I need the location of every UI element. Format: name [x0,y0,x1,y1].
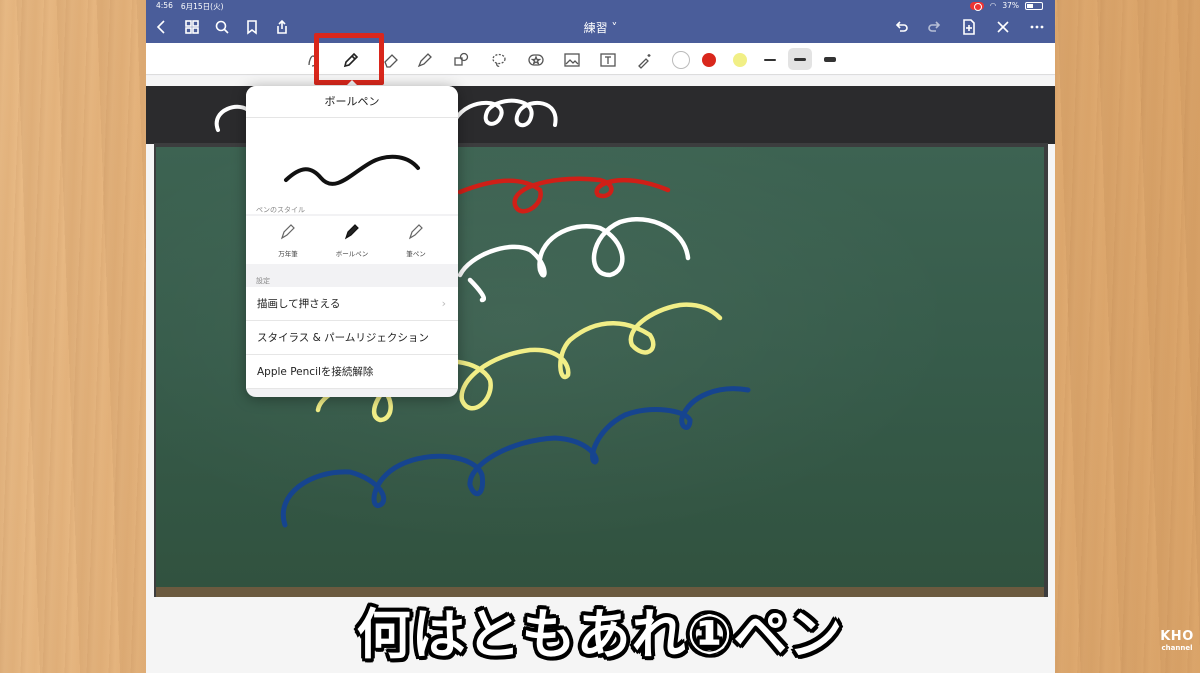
recording-icon [969,1,984,11]
undo-icon[interactable] [893,18,909,36]
pen-stroke-preview [246,118,458,214]
setting-stylus-palm-rejection[interactable]: スタイラス & パームリジェクション [246,321,458,355]
thickness-medium [794,58,806,61]
fountain-pen-icon [280,224,295,240]
tool-bar [146,43,1055,75]
pen-highlight-box [314,33,384,85]
navigation-bar: 4:56 6月15日(火) ◠ 37% 練習 ˅ [146,0,1055,43]
color-red-swatch[interactable] [702,53,716,67]
setting-label: 描画して押さえる [257,298,341,310]
channel-logo: KHO channel [1158,630,1196,666]
setting-disconnect-apple-pencil[interactable]: Apple Pencilを接続解除 [246,355,458,389]
status-time: 4:56 [156,1,173,10]
ballpoint-pen-icon [344,224,359,240]
setting-draw-and-hold[interactable]: 描画して押さえる › [246,287,458,321]
thickness-thin[interactable] [764,59,776,61]
nav-right-group [893,18,1045,36]
text-box-icon[interactable] [597,49,619,71]
logo-line2: channel [1161,644,1193,652]
laser-pointer-icon[interactable] [634,49,656,71]
sticker-icon[interactable] [525,49,547,71]
status-left: 4:56 6月15日(火) [156,1,224,12]
close-icon[interactable] [995,18,1011,36]
style-label: ボールペン [335,250,369,258]
thickness-thick[interactable] [824,57,836,62]
status-right: ◠ 37% [969,1,1043,11]
color-white-swatch[interactable] [672,51,690,69]
pen-settings-popover: ボールペン ペンのスタイル 万年筆 ボールペン 筆ペン 設定 描画して押さえる … [246,86,458,397]
shapes-icon[interactable] [450,49,472,71]
more-icon[interactable] [1029,18,1045,36]
status-date: 6月15日(火) [180,2,224,11]
color-yellow-swatch[interactable] [733,53,747,67]
highlighter-icon[interactable] [414,49,436,71]
style-label: 筆ペン [406,250,426,258]
settings-section-label: 設定 [256,277,270,285]
lasso-icon[interactable] [488,49,510,71]
pen-style-group: 万年筆 ボールペン 筆ペン [246,216,458,264]
setting-label: Apple Pencilを接続解除 [257,366,374,378]
settings-list: 描画して押さえる › スタイラス & パームリジェクション Apple Penc… [246,287,458,389]
style-fountain-pen[interactable]: 万年筆 [258,222,318,258]
brush-pen-icon [408,224,423,240]
battery-icon [1025,1,1043,10]
image-icon[interactable] [561,49,583,71]
battery-percent: 37% [1002,1,1019,10]
style-brush-pen[interactable]: 筆ペン [386,222,446,258]
popover-title: ボールペン [246,86,458,118]
add-page-icon[interactable] [961,18,977,36]
wifi-icon: ◠ [989,1,997,10]
chevron-right-icon: › [441,297,446,310]
setting-label: スタイラス & パームリジェクション [257,332,429,344]
video-caption: 何はともあれ①ペン [356,603,844,666]
style-label: 万年筆 [278,250,298,258]
logo-line1: KHO [1160,629,1194,644]
style-ballpoint-pen[interactable]: ボールペン [322,222,382,258]
pen-style-label: ペンのスタイル [256,206,305,214]
redo-icon[interactable] [927,18,943,36]
